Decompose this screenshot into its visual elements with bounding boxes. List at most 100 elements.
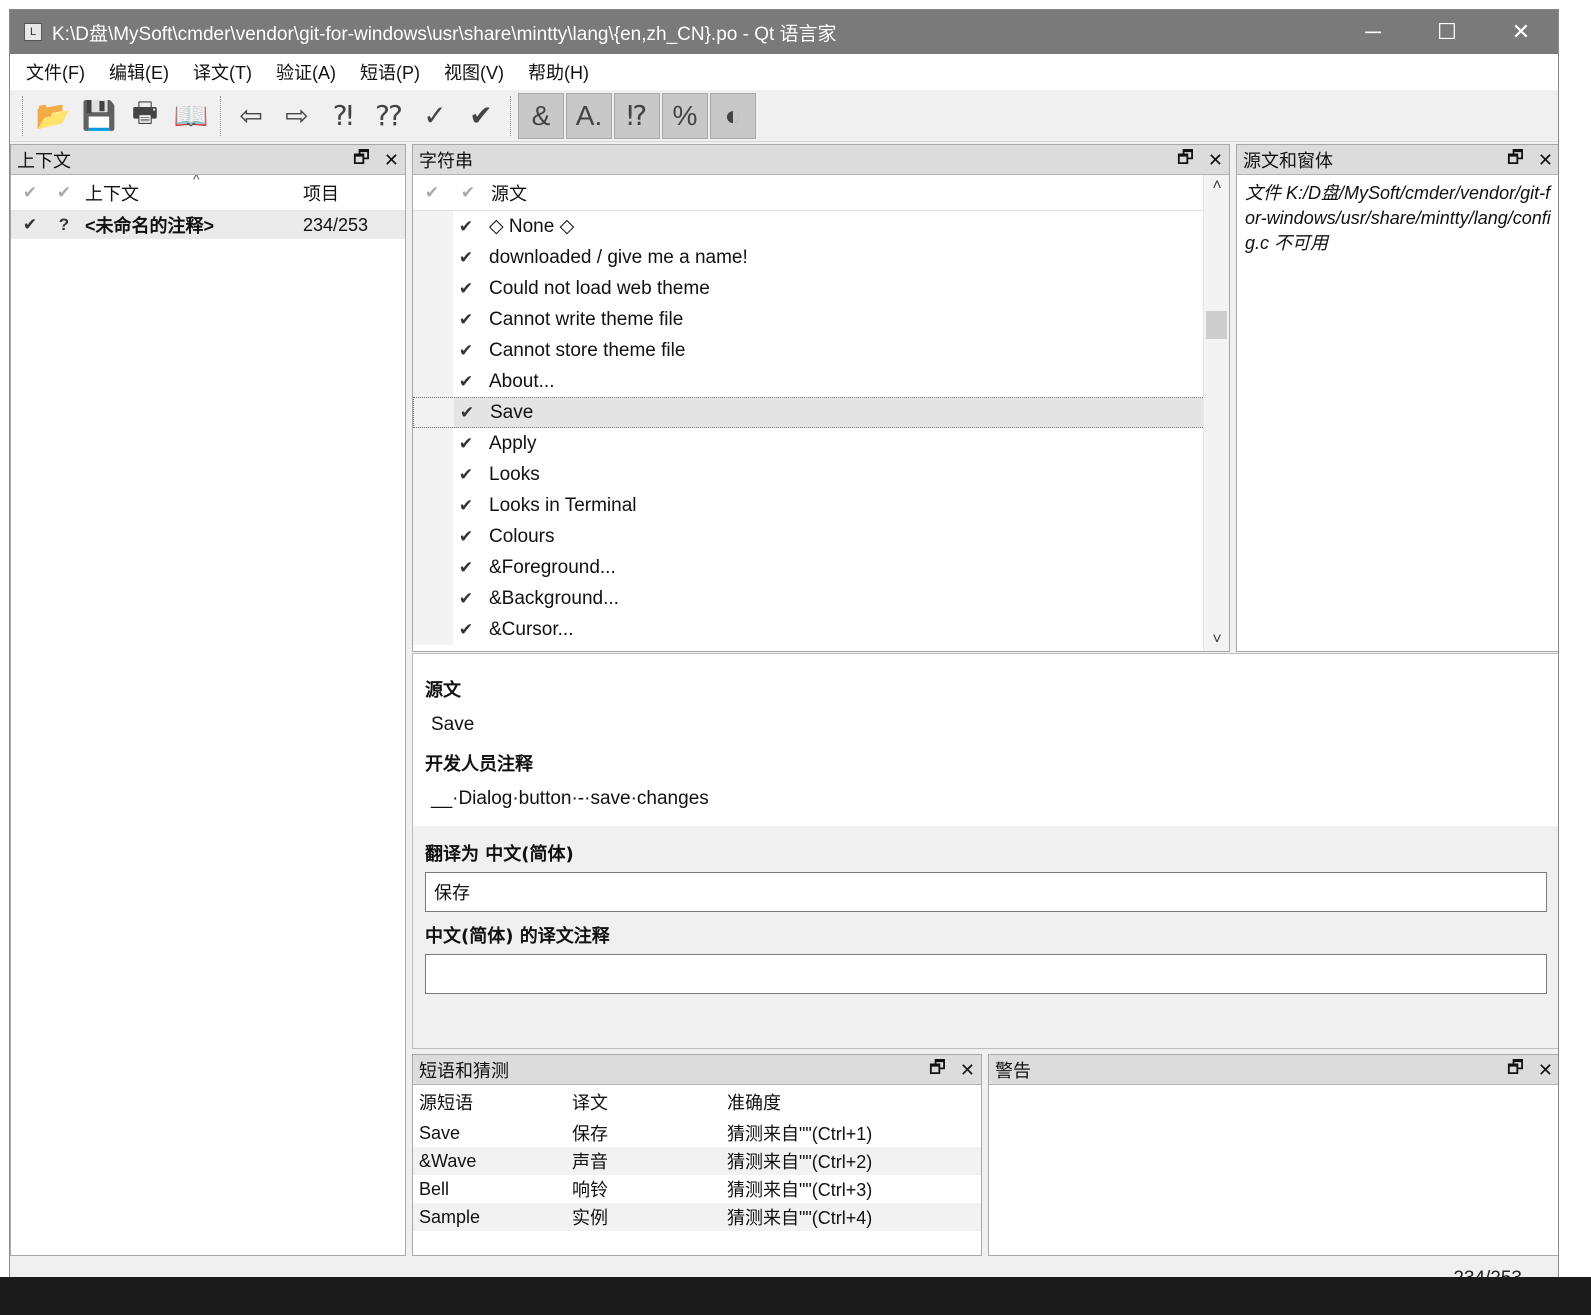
done-next-icon[interactable]: ✔ — [458, 93, 504, 139]
prev-icon[interactable]: ⇦ — [228, 93, 274, 139]
row-gutter — [413, 428, 453, 459]
source-phrase-header[interactable]: 源短语 — [413, 1089, 568, 1115]
phrase-matches-icon[interactable]: ⁉ — [614, 92, 660, 139]
phrase-translation: 实例 — [572, 1208, 608, 1228]
string-row[interactable]: ✔ &Cursor... — [413, 614, 1229, 645]
float-icon[interactable]: 🗗 — [929, 1055, 946, 1085]
menu-view[interactable]: 视图(V) — [432, 59, 516, 85]
minimize-button[interactable]: ─ — [1336, 10, 1410, 54]
context-panel-title: 上下文 — [17, 150, 71, 171]
menu-file[interactable]: 文件(F) — [14, 59, 97, 85]
surrounding-whitespace-icon[interactable]: ◐ — [710, 92, 756, 139]
string-row[interactable]: ✔ ◇ None ◇ — [413, 211, 1229, 242]
row-gutter — [413, 459, 453, 490]
close-icon[interactable]: ✕ — [960, 1060, 975, 1081]
context-list: ✔ ✔ 上下文 ^ 项目 ✔ ? <未命名的注释> 234/253 — [11, 175, 405, 1255]
status-column-icon[interactable]: ✔ — [53, 183, 75, 203]
string-row[interactable]: ✔ Apply — [413, 428, 1229, 459]
scrollbar-thumb[interactable] — [1206, 311, 1227, 339]
string-source-text: &Cursor... — [489, 618, 574, 640]
phrase-row[interactable]: Save 保存 猜测来自""(Ctrl+1) — [413, 1119, 981, 1147]
menu-translation[interactable]: 译文(T) — [181, 59, 264, 85]
string-row[interactable]: ✔ Looks in Terminal — [413, 490, 1229, 521]
source-column-header[interactable]: 源文 — [491, 180, 527, 206]
done-column-icon[interactable]: ✔ — [19, 183, 41, 203]
scroll-down-icon[interactable]: ˅ — [1204, 631, 1229, 649]
save-icon[interactable]: 💾 — [76, 93, 122, 139]
string-row[interactable]: ✔ Cannot store theme file — [413, 335, 1229, 366]
place-markers-icon[interactable]: % — [662, 92, 708, 139]
context-row[interactable]: ✔ ? <未命名的注释> 234/253 — [11, 211, 405, 239]
title-bar[interactable]: L K:\D盘\MySoft\cmder\vendor\git-for-wind… — [10, 10, 1558, 54]
menu-phrases[interactable]: 短语(P) — [348, 59, 432, 85]
strings-panel: 字符串 🗗 ✕ ✔ ✔ 源文 ✔ ◇ None ◇ ✔ downloaded / gi… — [412, 144, 1230, 652]
strings-panel-title: 字符串 — [419, 150, 473, 171]
print-icon[interactable]: 🖶 — [122, 93, 168, 139]
items-column-header[interactable]: 项目 — [303, 180, 339, 206]
source-text: Save — [431, 714, 475, 735]
warnings-panel-titlebar[interactable]: 警告 🗗 ✕ — [989, 1055, 1558, 1085]
string-row[interactable]: ✔ &Background... — [413, 583, 1229, 614]
phrase-row[interactable]: Bell 响铃 猜测来自""(Ctrl+3) — [413, 1175, 981, 1203]
close-icon[interactable]: ✕ — [1538, 1060, 1553, 1081]
close-button[interactable]: ✕ — [1484, 10, 1558, 54]
string-row[interactable]: ✔ downloaded / give me a name! — [413, 242, 1229, 273]
float-icon[interactable]: 🗗 — [353, 145, 370, 175]
phrases-panel-titlebar[interactable]: 短语和猜测 🗗 ✕ — [413, 1055, 981, 1085]
float-icon[interactable]: 🗗 — [1177, 145, 1194, 175]
accelerators-icon[interactable]: & — [518, 92, 564, 139]
next-unfinished-icon[interactable]: ⁇ — [366, 93, 412, 139]
done-icon: ✔ — [458, 371, 474, 391]
string-source-text: About... — [489, 370, 555, 392]
translator-comment-input[interactable] — [425, 954, 1547, 994]
string-rows: ✔ ◇ None ◇ ✔ downloaded / give me a name! ✔ C… — [413, 211, 1229, 645]
done-icon: ✔ — [458, 216, 474, 236]
done-column-icon[interactable]: ✔ — [421, 183, 443, 203]
string-row[interactable]: ✔ About... — [413, 366, 1229, 397]
main-window: L K:\D盘\MySoft\cmder\vendor\git-for-wind… — [9, 9, 1559, 1291]
scroll-up-icon[interactable]: ˄ — [1204, 177, 1229, 195]
done-icon[interactable]: ✓ — [412, 93, 458, 139]
close-icon[interactable]: ✕ — [384, 150, 399, 171]
string-row[interactable]: ✔ &Foreground... — [413, 552, 1229, 583]
prev-unfinished-icon[interactable]: ⁈ — [320, 93, 366, 139]
done-icon: ✔ — [458, 557, 474, 577]
string-row[interactable]: ✔ Could not load web theme — [413, 273, 1229, 304]
string-row[interactable]: ✔ Looks — [413, 459, 1229, 490]
string-row[interactable]: ✔ Save — [413, 397, 1229, 428]
phrasebook-icon[interactable]: 📖 — [168, 93, 214, 139]
phrase-row[interactable]: &Wave 声音 猜测来自""(Ctrl+2) — [413, 1147, 981, 1175]
phrase-row[interactable]: Sample 实例 猜测来自""(Ctrl+4) — [413, 1203, 981, 1231]
maximize-button[interactable]: ☐ — [1410, 10, 1484, 54]
string-source-text: Looks — [489, 463, 540, 485]
string-source-text: Save — [490, 401, 534, 423]
status-column-icon[interactable]: ✔ — [457, 183, 479, 203]
string-row[interactable]: ✔ Cannot write theme file — [413, 304, 1229, 335]
menu-bar: 文件(F) 编辑(E) 译文(T) 验证(A) 短语(P) 视图(V) 帮助(H… — [10, 54, 1558, 90]
close-icon[interactable]: ✕ — [1538, 150, 1553, 171]
accuracy-header[interactable]: 准确度 — [723, 1089, 781, 1115]
sort-ascending-icon: ^ — [193, 175, 200, 187]
row-gutter — [413, 304, 453, 335]
float-icon[interactable]: 🗗 — [1507, 145, 1524, 175]
close-icon[interactable]: ✕ — [1208, 150, 1223, 171]
dev-comment-text: __·Dialog·button·-·save·changes — [431, 788, 709, 809]
source-forms-titlebar[interactable]: 源文和窗体 🗗 ✕ — [1237, 145, 1558, 175]
toolbar-grip[interactable] — [22, 95, 24, 136]
menu-validation[interactable]: 验证(A) — [264, 59, 348, 85]
translation-header[interactable]: 译文 — [568, 1089, 723, 1115]
menu-help[interactable]: 帮助(H) — [516, 59, 601, 85]
context-panel-titlebar[interactable]: 上下文 🗗 ✕ — [11, 145, 405, 175]
warnings-panel-title: 警告 — [995, 1060, 1031, 1081]
open-icon[interactable]: 📂 — [30, 93, 76, 139]
toolbar: 📂 💾 🖶 📖 ⇦ ⇨ ⁈ ⁇ ✓ ✔ & A. ⁉ % ◐ — [10, 90, 1558, 142]
strings-panel-titlebar[interactable]: 字符串 🗗 ✕ — [413, 145, 1229, 175]
float-icon[interactable]: 🗗 — [1507, 1055, 1524, 1085]
next-icon[interactable]: ⇨ — [274, 93, 320, 139]
unfinished-icon: ? — [58, 215, 70, 234]
strings-scrollbar[interactable]: ˄ ˅ — [1203, 175, 1229, 651]
string-row[interactable]: ✔ Colours — [413, 521, 1229, 552]
menu-edit[interactable]: 编辑(E) — [97, 59, 181, 85]
translation-input[interactable]: 保存 — [425, 872, 1547, 912]
ending-punctuation-icon[interactable]: A. — [566, 92, 612, 139]
